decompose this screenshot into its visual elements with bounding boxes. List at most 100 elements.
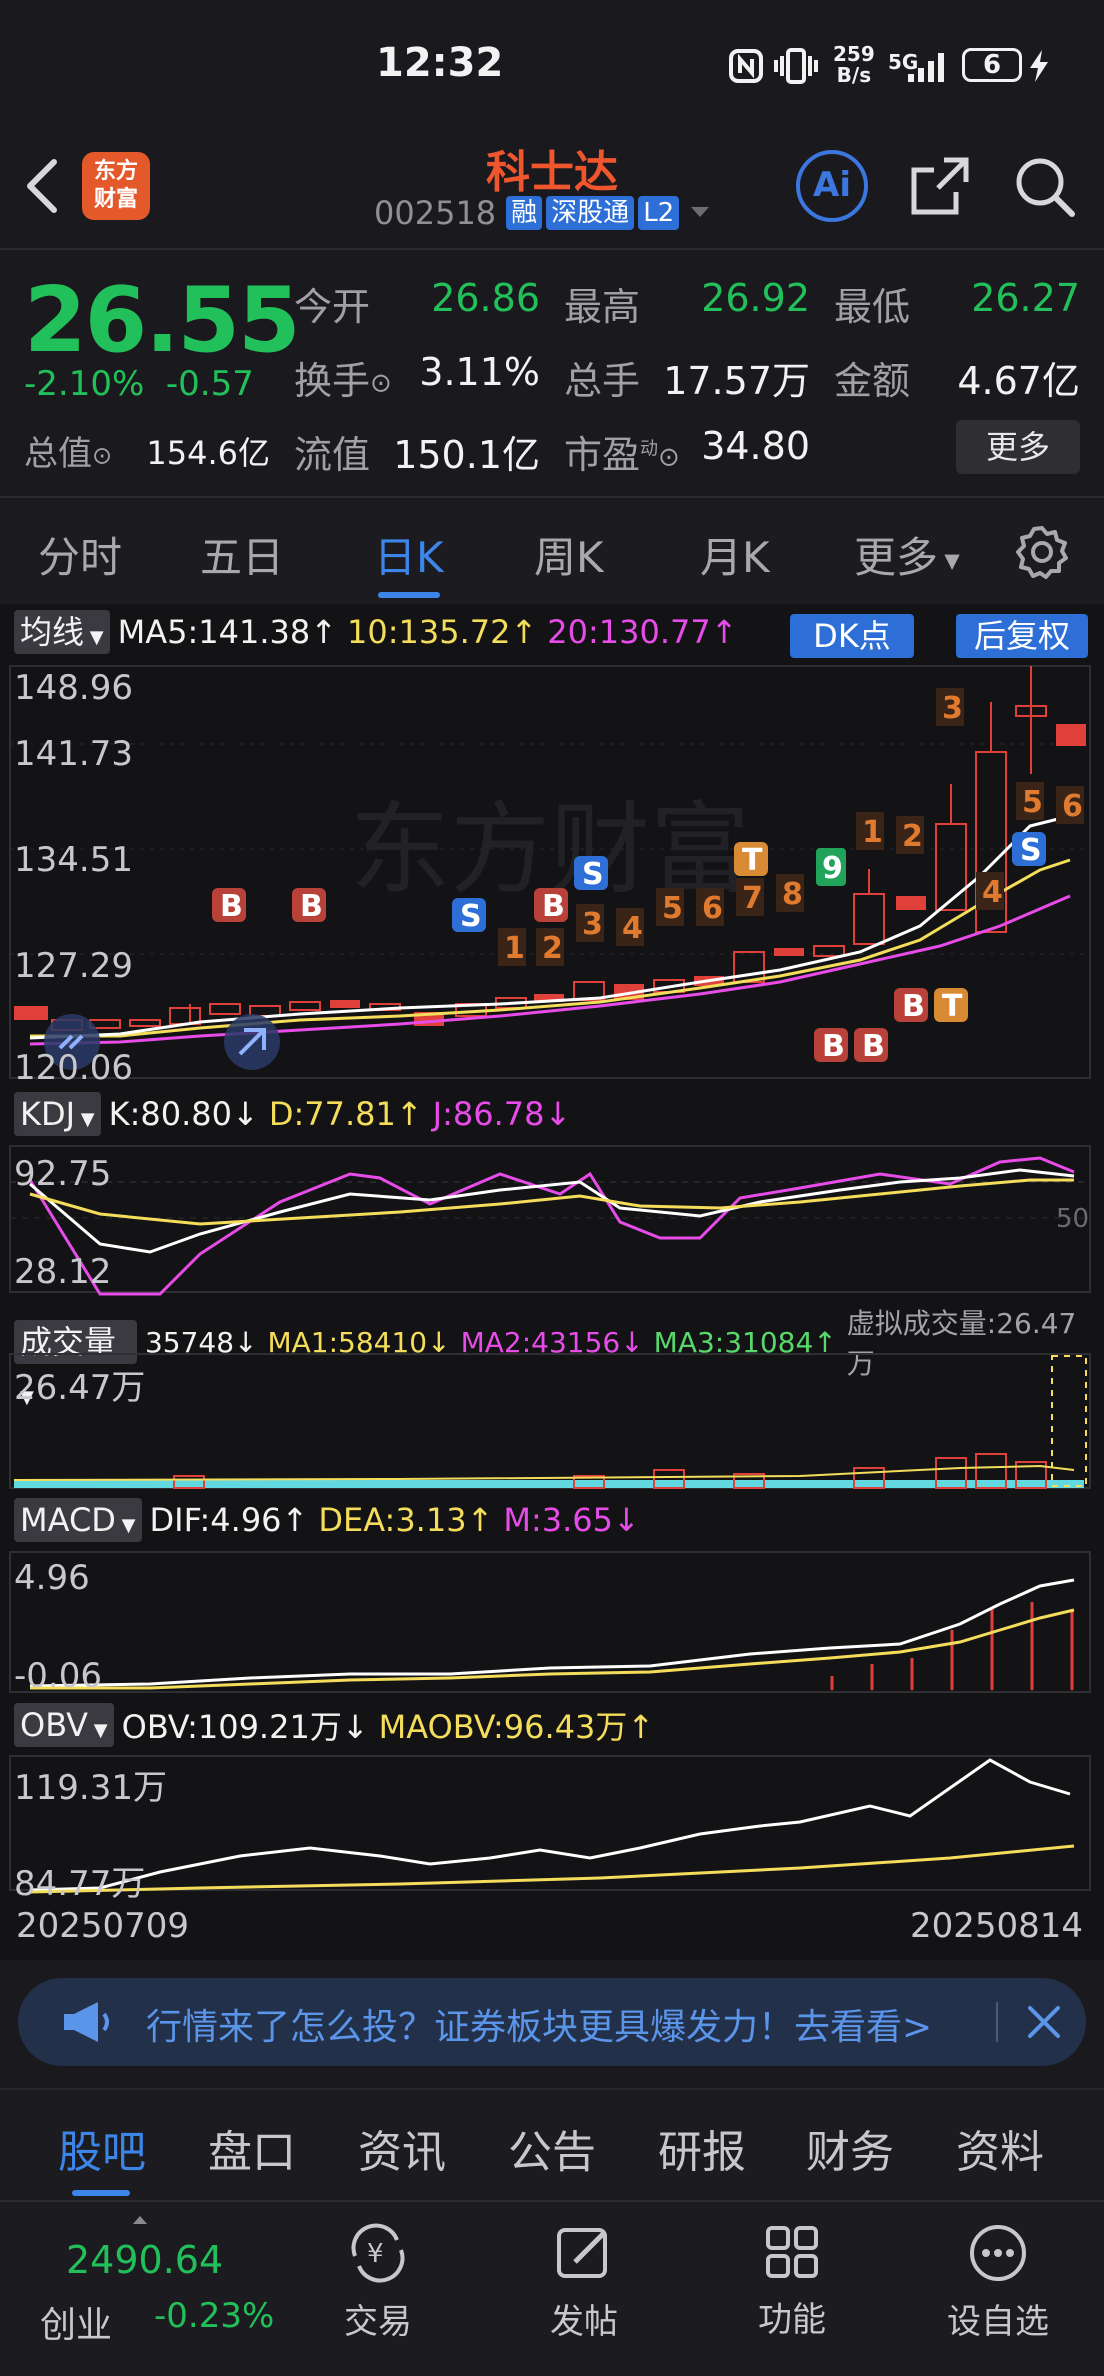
index-change[interactable]: -0.23%: [154, 2296, 274, 2336]
more-quote-button[interactable]: 更多: [956, 420, 1080, 474]
nav-trade[interactable]: ¥ 交易: [308, 2222, 448, 2343]
stock-code-row[interactable]: 002518 融 深股通 L2: [374, 194, 711, 232]
tab-research[interactable]: 研报: [658, 2116, 746, 2180]
svg-text:S: S: [1020, 833, 1042, 868]
svg-text:T: T: [742, 843, 763, 878]
tab-daily-k[interactable]: 日K: [374, 524, 444, 585]
start-date: 20250709: [16, 1906, 190, 1946]
obv-value: OBV:109.21万↓: [121, 1708, 369, 1746]
info-icon[interactable]: ⊙: [370, 369, 392, 399]
tab-more[interactable]: 更多 ▼: [854, 524, 960, 585]
kdj-selector[interactable]: KDJ ▼: [14, 1092, 101, 1136]
svg-text:S: S: [460, 899, 482, 934]
price-axis-4: 127.29: [14, 946, 133, 986]
tab-intraday[interactable]: 分时: [38, 524, 122, 585]
tab-announcements[interactable]: 公告: [508, 2116, 596, 2180]
obv-line: [29, 1758, 1071, 1892]
promo-banner[interactable]: 行情来了怎么投？证券板块更具爆发力！去看看>: [18, 1978, 1086, 2066]
banner-text[interactable]: 行情来了怎么投？证券板块更具爆发力！去看看>: [146, 1998, 986, 2050]
index-value[interactable]: 2490.64: [66, 2238, 223, 2282]
nav-trade-label: 交易: [344, 2302, 412, 2342]
macd-legend: MACD ▼ DIF:4.96↑ DEA:3.13↑ M:3.65↓: [0, 1498, 1104, 1542]
float-cap-value: 150.1亿: [393, 433, 540, 477]
tab-five-day[interactable]: 五日: [200, 524, 284, 585]
search-icon[interactable]: [1012, 154, 1078, 224]
macd-dea: DEA:3.13↑: [318, 1501, 494, 1539]
nfc-icon: [728, 48, 764, 88]
tab-profile[interactable]: 资料: [956, 2116, 1044, 2180]
macd-m: M:3.65↓: [503, 1501, 640, 1539]
adjust-button[interactable]: 后复权: [956, 614, 1088, 658]
open-value: 26.86: [431, 276, 540, 320]
obv-axis-bottom: 84.77万: [14, 1864, 146, 1904]
candlestick-chart[interactable]: 东方财富 B B S B S T 9 S B B B T 1 2 3 4 5 6…: [0, 664, 1104, 1084]
tab-financials[interactable]: 财务: [806, 2116, 894, 2180]
svg-text:7: 7: [742, 881, 763, 916]
nav-watchlist-label: 设自选: [947, 2302, 1049, 2342]
dk-point-button[interactable]: DK点: [790, 614, 914, 658]
svg-text:8: 8: [782, 877, 803, 912]
ma5-value: MA5:141.38↑: [117, 613, 338, 651]
svg-text:1: 1: [862, 815, 883, 850]
pe-label: 市盈动⊙: [564, 433, 680, 477]
settings-gear-icon[interactable]: [1014, 524, 1070, 584]
open-label: 今开: [294, 285, 371, 329]
nav-functions[interactable]: 功能: [722, 2222, 862, 2341]
svg-text:3: 3: [582, 907, 603, 942]
caret-up-icon: [132, 2210, 148, 2229]
kdj-axis-right: 50: [1056, 1204, 1090, 1234]
price-axis-5: 120.06: [14, 1048, 133, 1088]
tab-news[interactable]: 资讯: [358, 2116, 446, 2180]
tab-weekly-k[interactable]: 周K: [534, 524, 604, 585]
svg-text:B: B: [542, 889, 565, 924]
info-icon[interactable]: ⊙: [92, 442, 112, 470]
charging-icon: [1028, 50, 1050, 86]
low-value: 26.27: [971, 276, 1080, 320]
turnover-label: 换手⊙: [294, 359, 392, 403]
ai-button[interactable]: Ai: [796, 150, 868, 222]
more-dots-icon: [967, 2225, 1029, 2288]
status-time: 12:32: [376, 40, 504, 86]
info-icon[interactable]: ⊙: [658, 443, 680, 473]
share-icon[interactable]: [908, 154, 972, 222]
active-info-tab-indicator: [72, 2190, 130, 2196]
volume-chart[interactable]: [0, 1352, 1104, 1492]
svg-text:¥: ¥: [367, 2239, 384, 2269]
kdj-k-value: K:80.80↓: [108, 1095, 259, 1133]
ma10-value: 10:135.72↑: [347, 613, 538, 651]
tab-order-book[interactable]: 盘口: [208, 2116, 296, 2180]
kdj-axis-top: 92.75: [14, 1154, 112, 1194]
svg-text:1: 1: [504, 931, 525, 966]
volume-label: 总手: [564, 359, 641, 403]
grid-icon: [762, 2226, 822, 2286]
low-label: 最低: [834, 285, 911, 329]
svg-text:B: B: [862, 1029, 885, 1064]
close-icon[interactable]: [1018, 1996, 1070, 2052]
obv-selector[interactable]: OBV ▼: [14, 1703, 114, 1747]
index-name[interactable]: 创业: [40, 2296, 112, 2348]
tab-forum[interactable]: 股吧: [58, 2116, 146, 2180]
macd-dif: DIF:4.96↑: [149, 1501, 309, 1539]
obv-axis-top: 119.31万: [14, 1768, 167, 1808]
svg-text:3: 3: [942, 691, 963, 726]
macd-dif-line: [29, 1578, 1075, 1688]
macd-selector[interactable]: MACD ▼: [14, 1498, 142, 1542]
macd-dea-line: [30, 1608, 1075, 1690]
ma-selector[interactable]: 均线 ▼: [14, 610, 110, 654]
volume-value: 17.57万: [663, 359, 810, 403]
svg-text:5: 5: [1022, 785, 1043, 820]
nav-post[interactable]: 发帖: [514, 2222, 654, 2343]
tab-monthly-k[interactable]: 月K: [700, 524, 770, 585]
macd-axis-top: 4.96: [14, 1558, 90, 1598]
kdj-chart[interactable]: [0, 1144, 1104, 1296]
nav-functions-label: 功能: [758, 2300, 826, 2340]
macd-chart[interactable]: [0, 1550, 1104, 1696]
megaphone-icon: [58, 2000, 112, 2048]
nav-watchlist[interactable]: 设自选: [928, 2222, 1068, 2343]
price-axis-2: 141.73: [14, 734, 133, 774]
tag-level2: L2: [638, 196, 680, 230]
pe-value: 34.80: [701, 424, 810, 468]
tag-connect: 深股通: [546, 196, 635, 230]
kline-chart-area[interactable]: 均线 ▼ MA5:141.38↑ 10:135.72↑ 20:130.77↑ D…: [0, 604, 1104, 1960]
svg-text:B: B: [822, 1029, 845, 1064]
